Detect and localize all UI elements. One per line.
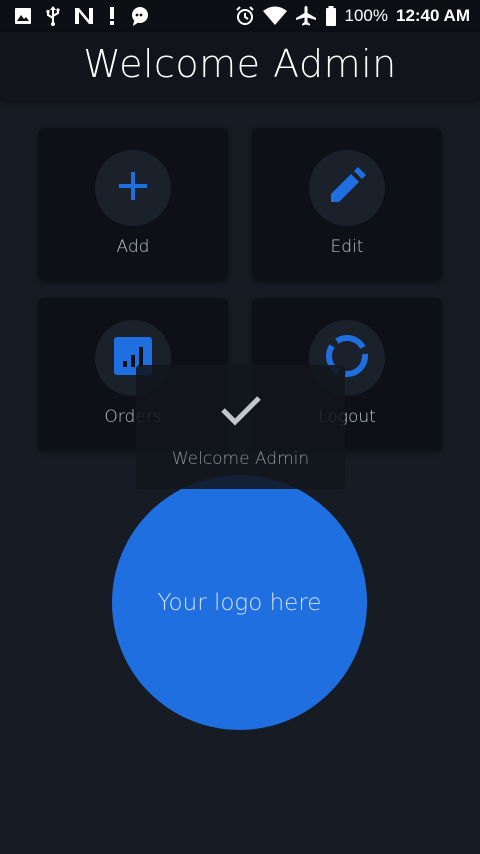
wifi-icon <box>262 6 287 26</box>
plus-icon <box>116 169 150 207</box>
page-title: Welcome Admin <box>83 42 397 86</box>
edit-icon-circle <box>309 150 385 226</box>
add-icon-circle <box>95 150 171 226</box>
edit-button[interactable]: Edit <box>252 128 442 280</box>
alarm-icon <box>235 6 255 26</box>
add-button[interactable]: Add <box>38 128 228 280</box>
logo-text: Your logo here <box>157 589 322 616</box>
exclamation-icon <box>108 6 116 26</box>
usb-icon <box>46 6 60 26</box>
clock-time: 12:40 AM <box>395 6 470 25</box>
add-label: Add <box>116 237 150 257</box>
logo-placeholder: Your logo here <box>112 475 367 730</box>
app-bar: Welcome Admin <box>0 32 480 100</box>
edit-label: Edit <box>330 237 364 257</box>
pencil-icon <box>327 166 367 210</box>
chat-icon <box>130 6 150 26</box>
checkmark-icon <box>220 393 262 431</box>
status-bar-right: 100% 12:40 AM <box>235 5 470 27</box>
status-bar: 100% 12:40 AM <box>0 0 480 32</box>
airplane-icon <box>295 5 317 27</box>
battery-icon <box>325 6 337 26</box>
success-toast: Welcome Admin <box>136 365 345 489</box>
image-icon <box>14 7 32 25</box>
n-icon <box>74 7 94 25</box>
status-bar-left-icons <box>14 6 150 26</box>
toast-message: Welcome Admin <box>171 449 310 469</box>
battery-percent: 100% <box>344 6 388 25</box>
